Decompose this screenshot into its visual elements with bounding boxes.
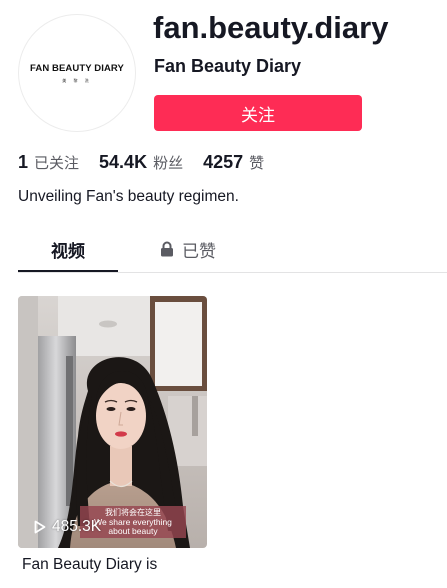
follow-button[interactable]: 关注: [154, 95, 362, 131]
video-view-count: 485.3K: [34, 518, 101, 536]
stat-likes-label: 赞: [249, 154, 265, 172]
stat-following-label: 已关注: [34, 154, 80, 172]
tab-liked-label: 已赞: [182, 241, 216, 262]
stat-likes-count: 4257: [203, 152, 244, 172]
video-description[interactable]: Fan Beauty Diary is: [22, 556, 157, 574]
tab-liked[interactable]: 已赞: [133, 228, 243, 270]
video-card[interactable]: 我们将会在这里 We share everything about beauty…: [18, 296, 207, 548]
tab-videos-label: 视频: [51, 241, 85, 262]
stat-following-count: 1: [18, 152, 29, 172]
stat-likes: 4257 赞: [203, 152, 264, 173]
avatar-sub-text: 美 黎 洗: [62, 77, 92, 83]
play-icon: [34, 520, 46, 534]
stat-following[interactable]: 1 已关注: [18, 152, 79, 173]
tab-videos[interactable]: 视频: [18, 228, 118, 272]
video-views-text: 485.3K: [52, 518, 102, 535]
stat-followers[interactable]: 54.4K 粉丝: [99, 152, 183, 173]
stat-followers-label: 粉丝: [153, 154, 184, 172]
profile-bio: Unveiling Fan's beauty regimen.: [18, 188, 239, 205]
avatar-brand-text: FAN BEAUTY DIARY: [30, 62, 124, 74]
profile-display-name: Fan Beauty Diary: [154, 56, 302, 76]
profile-tabs: 视频 已赞: [18, 228, 447, 273]
profile-avatar[interactable]: FAN BEAUTY DIARY 美 黎 洗: [18, 14, 136, 132]
lock-icon: [161, 241, 173, 257]
stat-followers-count: 54.4K: [99, 152, 148, 172]
profile-username: fan.beauty.diary: [153, 10, 389, 45]
profile-stats: 1 已关注 54.4K 粉丝 4257 赞: [18, 152, 284, 173]
